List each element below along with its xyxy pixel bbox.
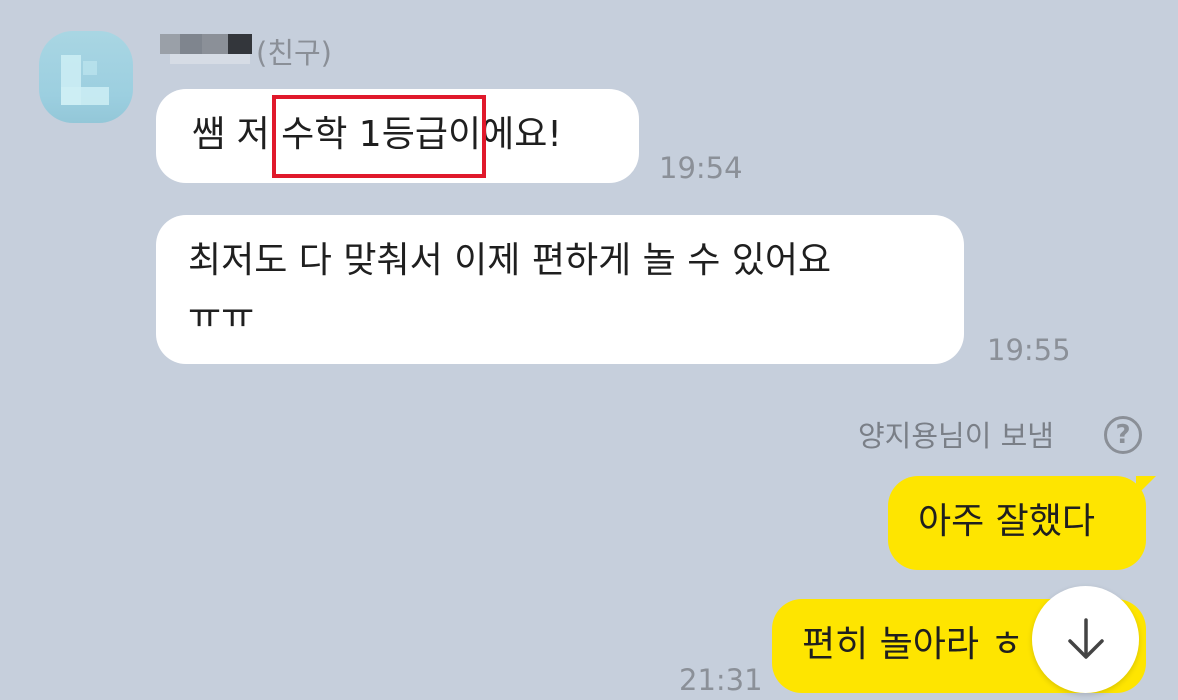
sender-tag: (친구) <box>256 36 332 70</box>
incoming-message[interactable]: 쌤 저 수학 1등급이에요! <box>156 89 639 183</box>
sender-name-blurred <box>202 34 228 54</box>
incoming-message[interactable]: 최저도 다 맞춰서 이제 편하게 놀 수 있어요 ㅠㅠ <box>156 215 964 364</box>
message-text: 쌤 저 수학 1등급이에요! <box>192 114 562 155</box>
question-circle-icon[interactable]: ? <box>1104 416 1142 454</box>
message-time: 19:54 <box>659 151 743 185</box>
message-time: 19:55 <box>987 333 1071 367</box>
avatar-shape <box>83 61 97 75</box>
outgoing-message[interactable]: 아주 잘했다 <box>888 476 1146 570</box>
avatar-shape <box>61 87 109 105</box>
sender-name-blurred <box>160 34 180 54</box>
message-text: ㅠㅠ <box>188 296 255 337</box>
sender-name-blurred <box>180 34 202 54</box>
sender-name-blurred <box>170 54 250 64</box>
message-text: 편히 놀아라 ㅎ <box>802 624 1024 665</box>
avatar[interactable] <box>39 31 133 123</box>
message-text: 최저도 다 맞춰서 이제 편하게 놀 수 있어요 <box>188 240 832 281</box>
message-text: 아주 잘했다 <box>918 501 1096 542</box>
sent-by-note: 양지용님이 보냄 <box>858 419 1054 453</box>
sender-name-blurred <box>228 34 252 54</box>
arrow-down-icon <box>1068 618 1104 659</box>
scroll-to-bottom-button[interactable] <box>1032 586 1139 693</box>
message-time: 21:31 <box>679 663 763 697</box>
